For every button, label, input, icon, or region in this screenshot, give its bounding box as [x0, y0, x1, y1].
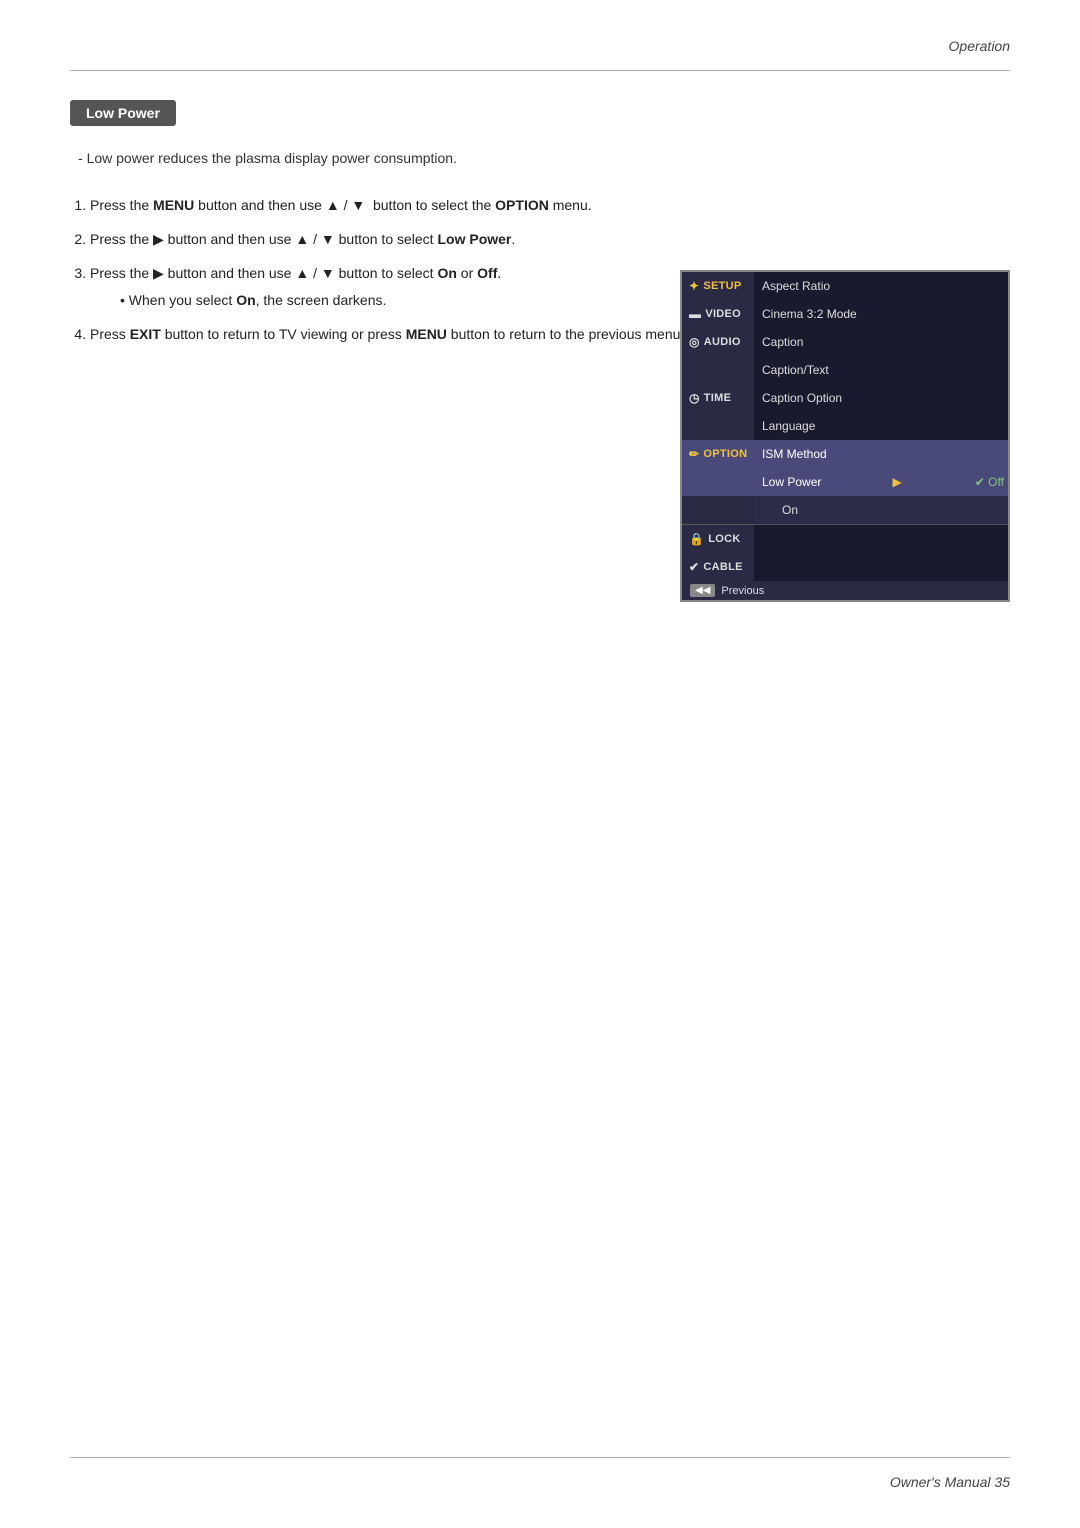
audio-icon: ◎ [689, 335, 700, 349]
step4-bold1: EXIT [130, 326, 161, 342]
sidebar-blank3 [682, 496, 754, 524]
sidebar-video: ▬ VIDEO [682, 300, 754, 328]
menu-row-video: ▬ VIDEO Cinema 3:2 Mode [682, 300, 1008, 328]
intro-text: - Low power reduces the plasma display p… [78, 150, 1010, 166]
lock-label: LOCK [708, 533, 740, 545]
menu-row-time: ◷ TIME Caption Option [682, 384, 1008, 412]
setup-content: Aspect Ratio [754, 272, 1008, 300]
header-label: Operation [949, 38, 1010, 54]
footer-text: Owner's Manual 35 [890, 1474, 1010, 1490]
menu-row-lock: 🔒 LOCK [682, 525, 1008, 553]
intro-content: Low power reduces the plasma display pow… [87, 150, 457, 166]
menu-row-on: On [682, 496, 1008, 524]
cable-content [754, 553, 1008, 581]
audio-content1: Caption [754, 328, 1008, 356]
time-label: TIME [704, 392, 731, 404]
option-icon: ✏ [689, 447, 699, 461]
option-label: OPTION [703, 448, 747, 460]
section-badge-label: Low Power [86, 105, 160, 121]
setup-label: SETUP [703, 280, 741, 292]
audio-content2: Caption/Text [754, 356, 1008, 384]
lock-content [754, 525, 1008, 553]
page-header: Operation [949, 38, 1010, 54]
time-icon: ◷ [689, 391, 700, 405]
lowpower-value: ✔ Off [975, 475, 1004, 489]
sidebar-audio: ◎ AUDIO [682, 328, 754, 356]
cable-icon: ✔ [689, 560, 699, 574]
option-content: ISM Method [754, 440, 1008, 468]
footer-label: Previous [721, 585, 764, 597]
tv-menu: ✦ SETUP Aspect Ratio ▬ VIDEO Cinema 3:2 … [680, 270, 1010, 602]
menu-row-setup: ✦ SETUP Aspect Ratio [682, 272, 1008, 300]
lowpower-content: Low Power ▶ ✔ Off [754, 468, 1008, 496]
step4-bold2: MENU [406, 326, 447, 342]
sidebar-setup: ✦ SETUP [682, 272, 754, 300]
footer-btn: ◀◀ [690, 584, 715, 597]
sidebar-option2 [682, 468, 754, 496]
sidebar-lock: 🔒 LOCK [682, 525, 754, 553]
on-content: On [754, 496, 1008, 524]
video-content: Cinema 3:2 Mode [754, 300, 1008, 328]
menu-row-cable: ✔ CABLE [682, 553, 1008, 581]
menu-row-audio: ◎ AUDIO Caption [682, 328, 1008, 356]
section-badge: Low Power [70, 100, 176, 126]
step3-bold2: Off [477, 265, 497, 281]
bottom-rule [70, 1457, 1010, 1458]
menu-row-time2: Language [682, 412, 1008, 440]
tv-menu-footer: ◀◀ Previous [682, 581, 1008, 600]
lowpower-label: Low Power [762, 475, 821, 489]
sidebar-time: ◷ TIME [682, 384, 754, 412]
cable-label: CABLE [703, 561, 742, 573]
page-footer: Owner's Manual 35 [890, 1474, 1010, 1490]
sidebar-audio2 [682, 356, 754, 384]
setup-icon: ✦ [689, 279, 699, 293]
audio-label: AUDIO [704, 336, 741, 348]
step3-bold1: On [437, 265, 456, 281]
time-content2: Language [754, 412, 1008, 440]
menu-row-lowpower: Low Power ▶ ✔ Off [682, 468, 1008, 496]
dash-prefix: - [78, 150, 87, 166]
tv-menu-container: ✦ SETUP Aspect Ratio ▬ VIDEO Cinema 3:2 … [680, 270, 1010, 602]
sidebar-time2 [682, 412, 754, 440]
video-icon: ▬ [689, 307, 701, 321]
step1-bold2: OPTION [495, 197, 549, 213]
menu-row-audio2: Caption/Text [682, 356, 1008, 384]
video-label: VIDEO [705, 308, 741, 320]
step1-bold1: MENU [153, 197, 194, 213]
sidebar-cable: ✔ CABLE [682, 553, 754, 581]
lowpower-arrow: ▶ [892, 475, 901, 489]
sidebar-option: ✏ OPTION [682, 440, 754, 468]
step-2: Press the ▶ button and then use ▲ / ▼ bu… [90, 228, 1010, 252]
step2-bold: Low Power [437, 231, 511, 247]
top-rule [70, 70, 1010, 71]
lock-icon: 🔒 [689, 532, 704, 546]
time-content: Caption Option [754, 384, 1008, 412]
step-1: Press the MENU button and then use ▲ / ▼… [90, 194, 1010, 218]
menu-row-option: ✏ OPTION ISM Method [682, 440, 1008, 468]
step3-sub-bold: On [236, 292, 255, 308]
